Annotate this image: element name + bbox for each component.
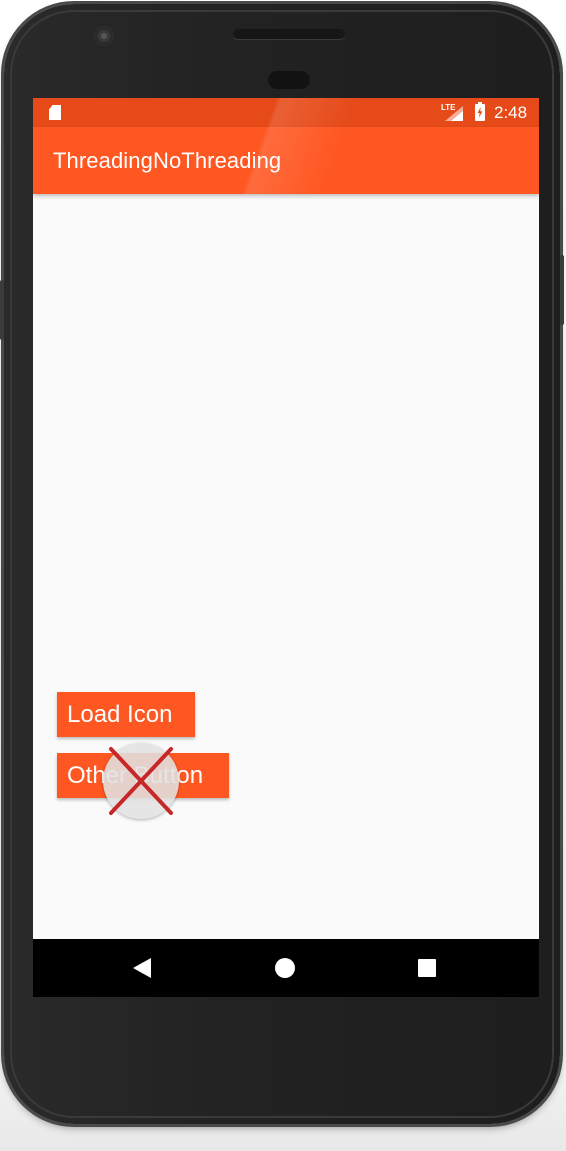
x-mark-icon [109, 747, 173, 815]
volume-button[interactable] [0, 280, 4, 340]
load-icon-button[interactable]: Load Icon [57, 692, 195, 737]
sd-card-icon [49, 105, 61, 120]
power-button[interactable] [560, 255, 564, 325]
earpiece-speaker [233, 29, 345, 39]
status-bar: LTE 2:48 [33, 98, 539, 127]
front-camera-icon [94, 26, 114, 46]
app-title: ThreadingNoThreading [53, 148, 282, 173]
touch-indicator [103, 743, 179, 819]
status-time: 2:48 [494, 103, 528, 122]
recents-icon[interactable] [418, 959, 436, 977]
navigation-bar [33, 939, 539, 997]
back-icon[interactable] [133, 958, 151, 978]
app-bar: ThreadingNoThreading [33, 127, 539, 194]
battery-charging-icon [475, 102, 485, 121]
signal-icon [445, 106, 463, 121]
proximity-sensor [268, 71, 310, 89]
main-content: Load Icon Other Button [33, 194, 539, 939]
page: LTE 2:48 ThreadingNoThreading Load Icon … [0, 0, 566, 1151]
device-screen: LTE 2:48 ThreadingNoThreading Load Icon … [33, 98, 539, 997]
home-icon[interactable] [275, 958, 295, 978]
